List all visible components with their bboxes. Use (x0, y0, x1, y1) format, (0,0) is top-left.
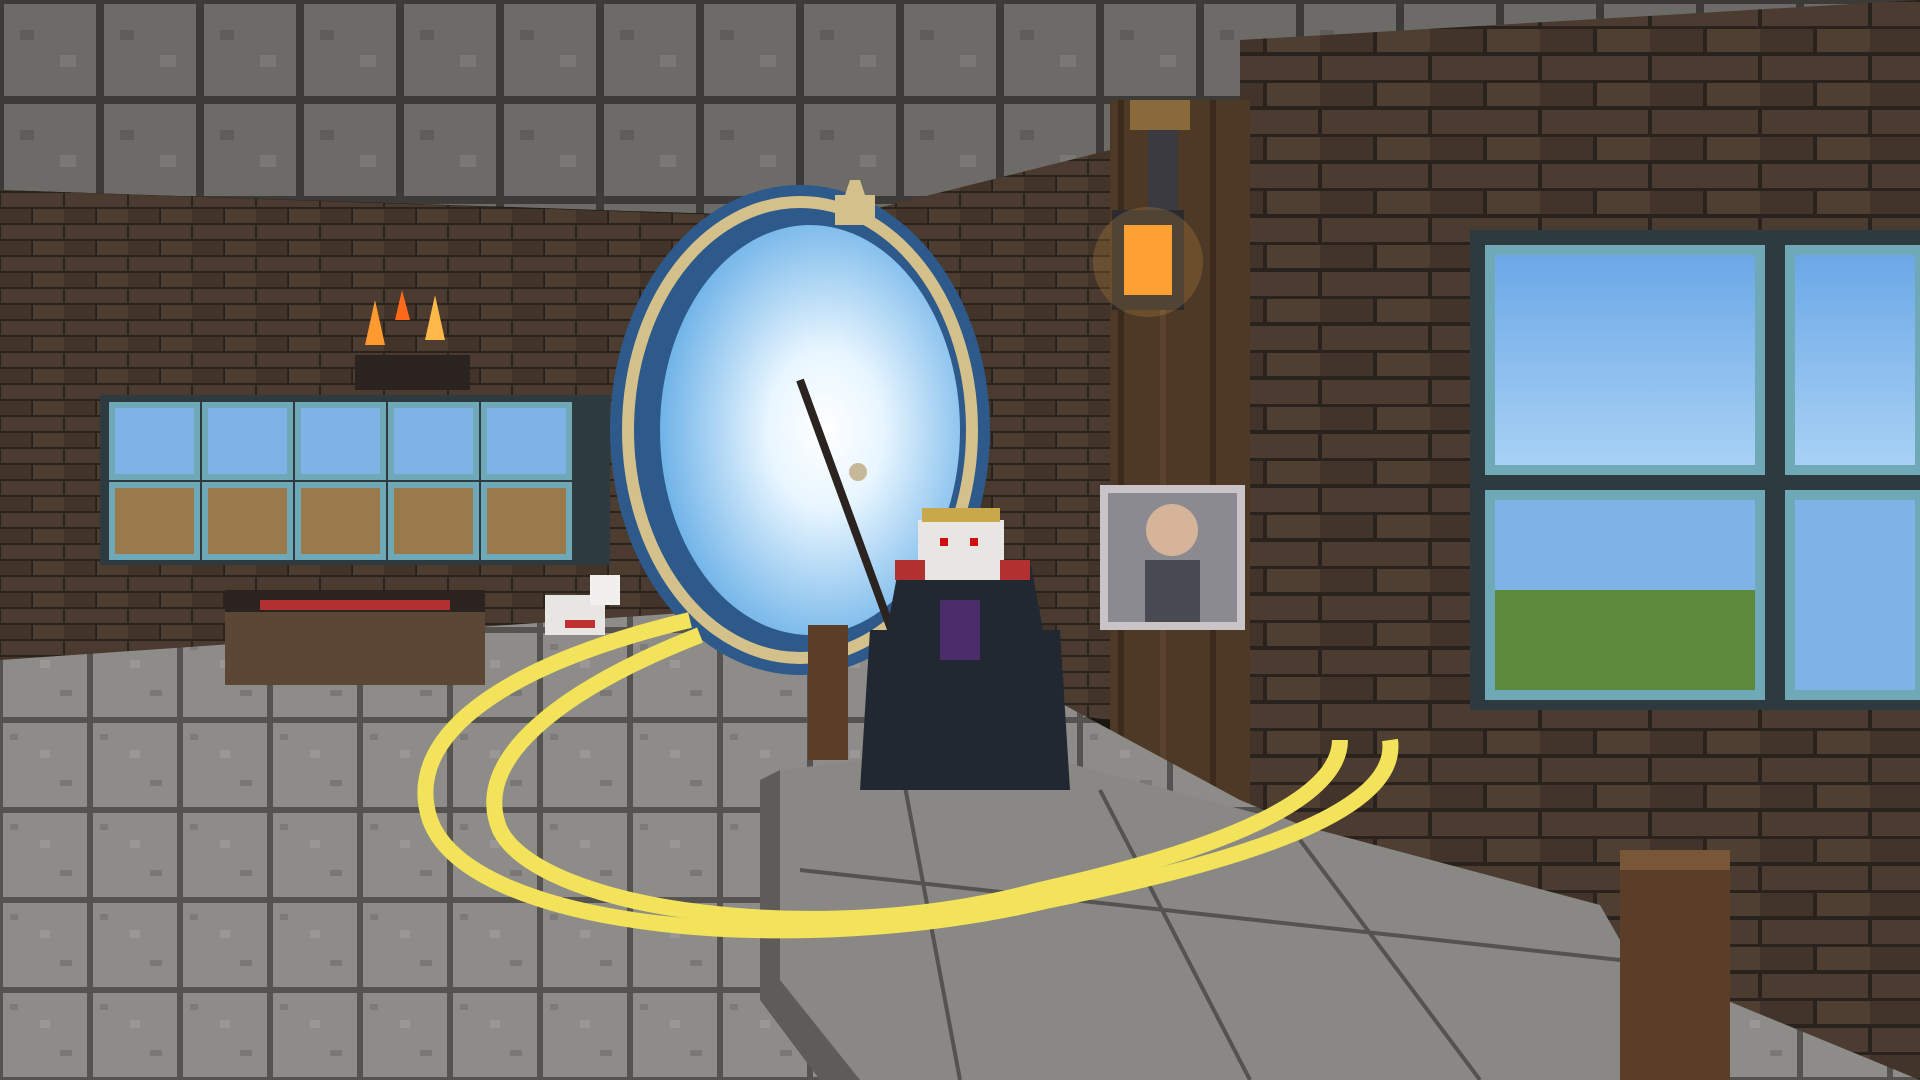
foreground-post (1620, 850, 1730, 1080)
right-window-grid (1470, 230, 1920, 710)
fence-post (808, 625, 848, 760)
painting-icon (1100, 485, 1245, 630)
bed-icon (225, 590, 485, 685)
left-window-grid (100, 395, 610, 565)
game-viewport[interactable] (0, 0, 1920, 1080)
